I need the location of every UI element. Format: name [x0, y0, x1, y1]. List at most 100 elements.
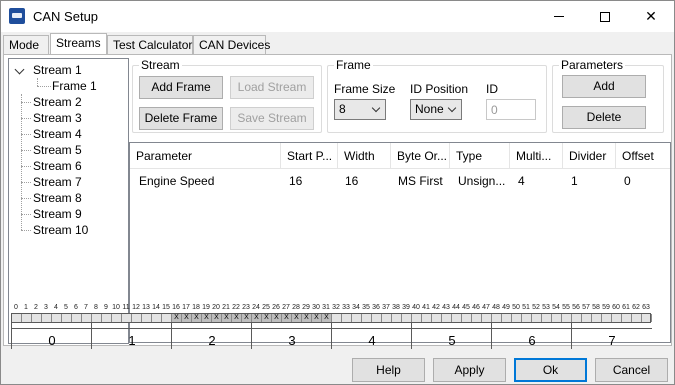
bit-cell-used: X [282, 314, 292, 322]
column-header-start-position[interactable]: Start P... [281, 143, 338, 169]
bit-cell-used: X [272, 314, 282, 322]
bit-number: 21 [222, 304, 230, 311]
bit-cell [122, 314, 132, 322]
tab-mode[interactable]: Mode [3, 35, 49, 54]
frame-size-value: 8 [339, 102, 346, 116]
bit-cell-used: X [322, 314, 332, 322]
ok-button[interactable]: Ok [514, 358, 587, 382]
maximize-button[interactable] [582, 1, 628, 32]
column-header-type[interactable]: Type [450, 143, 510, 169]
tree-connector [21, 94, 22, 230]
bit-number: 20 [212, 304, 220, 311]
bit-number: 18 [192, 304, 200, 311]
table-cell-parameter[interactable]: Engine Speed [132, 172, 281, 190]
tree-item-stream-3[interactable]: Stream 3 [33, 111, 82, 125]
table-cell-start-position[interactable]: 16 [282, 172, 338, 190]
frame-size-select[interactable]: 8 [334, 99, 386, 120]
tree-item-frame-1[interactable]: Frame 1 [52, 79, 97, 93]
column-header-parameter[interactable]: Parameter [130, 143, 281, 169]
column-header-divider[interactable]: Divider [563, 143, 616, 169]
bit-number: 5 [64, 304, 68, 311]
tab-test-calculator[interactable]: Test Calculator [107, 35, 193, 54]
delete-frame-button[interactable]: Delete Frame [139, 107, 223, 130]
id-input[interactable]: 0 [486, 99, 536, 120]
bit-cell [462, 314, 472, 322]
stream-tree[interactable]: Stream 1 Frame 1 Stream 2 Stream 3 Strea… [8, 58, 129, 344]
minimize-button[interactable] [536, 1, 582, 32]
table-cell-type[interactable]: Unsign... [451, 172, 510, 190]
delete-parameter-button[interactable]: Delete [562, 106, 646, 129]
bit-number: 11 [122, 304, 130, 311]
table-cell-multiplier[interactable]: 4 [511, 172, 563, 190]
bit-cell [42, 314, 52, 322]
tree-item-stream-1[interactable]: Stream 1 [33, 63, 82, 77]
tree-connector [21, 230, 31, 231]
bit-cell-used: X [222, 314, 232, 322]
bit-cell [342, 314, 352, 322]
apply-button[interactable]: Apply [433, 358, 506, 382]
bit-number: 27 [282, 304, 290, 311]
bit-number: 63 [642, 304, 650, 311]
tree-item-stream-7[interactable]: Stream 7 [33, 175, 82, 189]
bit-number: 25 [262, 304, 270, 311]
window-title: CAN Setup [33, 9, 99, 24]
tree-connector [21, 166, 31, 167]
bit-number: 32 [332, 304, 340, 311]
load-stream-button[interactable]: Load Stream [230, 76, 314, 99]
tree-connector [21, 198, 31, 199]
tree-item-stream-6[interactable]: Stream 6 [33, 159, 82, 173]
bit-cell [62, 314, 72, 322]
bit-number: 37 [382, 304, 390, 311]
byte-group: 2 [171, 323, 252, 349]
tree-item-stream-10[interactable]: Stream 10 [33, 223, 88, 237]
bit-cell [492, 314, 502, 322]
save-stream-button[interactable]: Save Stream [230, 107, 314, 130]
bit-number: 14 [152, 304, 160, 311]
bit-number: 52 [532, 304, 540, 311]
bit-cell [112, 314, 122, 322]
table-cell-width[interactable]: 16 [338, 172, 391, 190]
column-header-offset[interactable]: Offset [616, 143, 670, 169]
bit-cell [512, 314, 522, 322]
tree-item-stream-8[interactable]: Stream 8 [33, 191, 82, 205]
close-icon: ✕ [645, 8, 657, 24]
tree-item-stream-2[interactable]: Stream 2 [33, 95, 82, 109]
byte-label: 1 [128, 333, 136, 348]
byte-group: 5 [411, 323, 492, 349]
bit-number: 54 [552, 304, 560, 311]
column-header-width[interactable]: Width [338, 143, 391, 169]
tab-can-devices[interactable]: CAN Devices [193, 35, 270, 54]
bit-cell [432, 314, 442, 322]
table-cell-byte-order[interactable]: MS First [391, 172, 450, 190]
bit-cell-used: X [252, 314, 262, 322]
id-position-select[interactable]: None [410, 99, 462, 120]
table-cell-offset[interactable]: 0 [617, 172, 669, 190]
close-button[interactable]: ✕ [628, 1, 674, 32]
bit-number: 26 [272, 304, 280, 311]
bit-cell-used: X [312, 314, 322, 322]
grid-header: Parameter Start P... Width Byte Or... Ty… [130, 143, 670, 169]
add-frame-button[interactable]: Add Frame [139, 76, 223, 99]
minimize-icon [554, 16, 564, 17]
bit-number: 45 [462, 304, 470, 311]
column-header-multiplier[interactable]: Multi... [510, 143, 563, 169]
bit-cell [412, 314, 422, 322]
tree-item-stream-4[interactable]: Stream 4 [33, 127, 82, 141]
bit-cell-used: X [192, 314, 202, 322]
tree-item-stream-9[interactable]: Stream 9 [33, 207, 82, 221]
tab-streams[interactable]: Streams [50, 33, 107, 54]
bit-cell [522, 314, 532, 322]
expand-chevron-icon[interactable] [14, 64, 25, 75]
bit-number: 50 [512, 304, 520, 311]
id-position-value: None [415, 102, 444, 116]
tree-item-stream-5[interactable]: Stream 5 [33, 143, 82, 157]
table-cell-divider[interactable]: 1 [564, 172, 616, 190]
bit-number: 6 [74, 304, 78, 311]
add-parameter-button[interactable]: Add [562, 75, 646, 98]
bit-number: 62 [632, 304, 640, 311]
column-header-byte-order[interactable]: Byte Or... [391, 143, 450, 169]
byte-group: 6 [491, 323, 572, 349]
cancel-button[interactable]: Cancel [595, 358, 668, 382]
help-button[interactable]: Help [352, 358, 425, 382]
bit-cell [532, 314, 542, 322]
